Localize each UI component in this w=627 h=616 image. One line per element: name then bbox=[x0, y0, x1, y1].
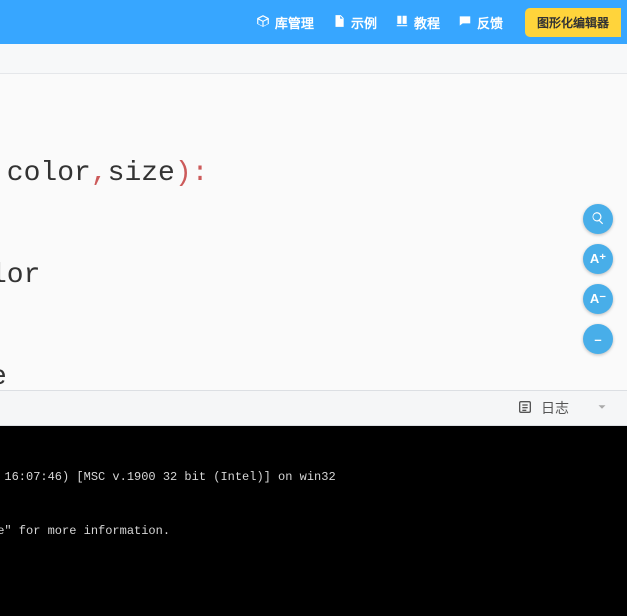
nav-feedback-label: 反馈 bbox=[477, 13, 503, 32]
terminal-line: 16:07:46) [MSC v.1900 32 bit (Intel)] on… bbox=[0, 468, 627, 486]
collapse-button[interactable]: – bbox=[583, 324, 613, 354]
log-collapse-toggle[interactable] bbox=[595, 400, 609, 417]
nav-library[interactable]: 库管理 bbox=[256, 13, 314, 32]
dash-icon: – bbox=[594, 332, 601, 347]
terminal-output[interactable]: 16:07:46) [MSC v.1900 32 bit (Intel)] on… bbox=[0, 426, 627, 616]
font-decrease-button[interactable]: A⁻ bbox=[583, 284, 613, 314]
log-title: 日志 bbox=[541, 398, 569, 418]
chevron-down-icon bbox=[595, 401, 609, 417]
list-icon bbox=[517, 399, 533, 418]
log-panel-header: 日志 bbox=[0, 390, 627, 426]
terminal-line: se" for more information. bbox=[0, 522, 627, 540]
graphic-editor-button[interactable]: 图形化编辑器 bbox=[525, 8, 621, 37]
chat-icon bbox=[458, 14, 472, 31]
graphic-editor-label: 图形化编辑器 bbox=[537, 16, 609, 30]
nav-tutorial[interactable]: 教程 bbox=[395, 13, 440, 32]
search-icon bbox=[591, 211, 605, 228]
book-icon bbox=[395, 14, 409, 31]
code-editor[interactable]: color,size): lor e or+'色'+':'+str(self.s… bbox=[0, 74, 627, 390]
document-icon bbox=[332, 14, 346, 31]
font-increase-button[interactable]: A⁺ bbox=[583, 244, 613, 274]
font-down-icon: A⁻ bbox=[590, 291, 606, 307]
search-button[interactable] bbox=[583, 204, 613, 234]
nav-example[interactable]: 示例 bbox=[332, 13, 377, 32]
nav-tutorial-label: 教程 bbox=[414, 13, 440, 32]
code-content: color,size): lor e or+'色'+':'+str(self.s… bbox=[0, 74, 627, 390]
nav-library-label: 库管理 bbox=[275, 13, 314, 32]
cube-icon bbox=[256, 14, 270, 31]
editor-float-toolbar: A⁺ A⁻ – bbox=[583, 204, 613, 354]
font-up-icon: A⁺ bbox=[590, 251, 606, 267]
nav-feedback[interactable]: 反馈 bbox=[458, 13, 503, 32]
nav-example-label: 示例 bbox=[351, 13, 377, 32]
top-navbar: 库管理 示例 教程 反馈 图形化编辑器 bbox=[0, 0, 627, 44]
editor-toolbar bbox=[0, 44, 627, 74]
